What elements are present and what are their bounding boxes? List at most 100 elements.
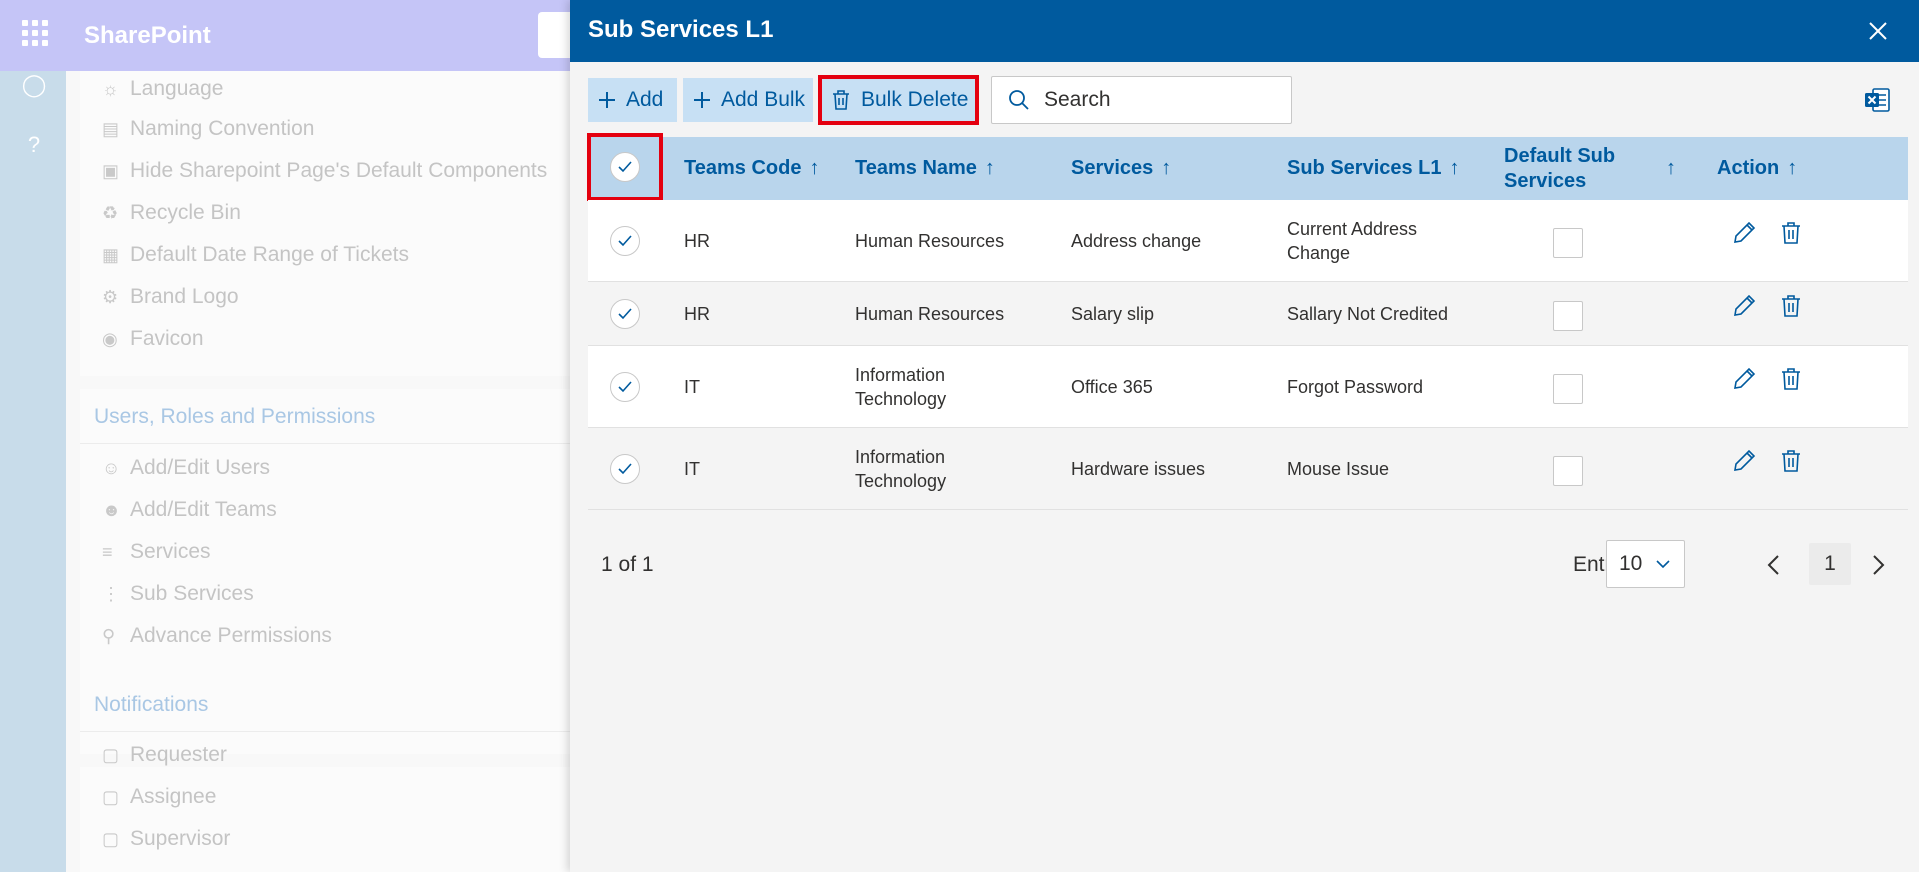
delete-icon[interactable]: [1777, 292, 1805, 320]
settings-nav-item[interactable]: ▢ Supervisor: [102, 827, 230, 851]
settings-nav-item[interactable]: ☻ Add/Edit Teams: [102, 498, 277, 522]
settings-nav-item[interactable]: ≡ Services: [102, 540, 211, 564]
settings-nav-item[interactable]: ▤ Naming Convention: [102, 117, 314, 141]
default-sub-service-checkbox[interactable]: [1553, 228, 1583, 258]
service-name-cell: Hardware issues: [1071, 428, 1271, 510]
settings-nav-item-label: Default Date Range of Tickets: [130, 243, 409, 266]
delete-icon[interactable]: [1777, 219, 1805, 247]
language-icon: ☼: [102, 79, 119, 99]
edit-icon[interactable]: [1730, 447, 1758, 475]
service-name: Hardware issues: [1071, 459, 1206, 479]
sub-service-name: Mouse Issue: [1287, 459, 1390, 479]
teams-code: HR: [684, 231, 710, 251]
favicon-icon: ◉: [102, 329, 118, 349]
checkmark-icon: [618, 463, 632, 475]
edit-icon[interactable]: [1730, 365, 1758, 393]
column-header-action[interactable]: Action ↑: [1717, 137, 1797, 200]
settings-nav-item-label: Naming Convention: [130, 117, 315, 140]
close-icon[interactable]: [1864, 17, 1892, 45]
settings-nav-item-label: Requester: [130, 743, 227, 766]
settings-nav-item-label: Brand Logo: [130, 285, 239, 308]
default-sub-service-checkbox[interactable]: [1553, 374, 1583, 404]
sub-service-name-cell: Forgot Password: [1287, 346, 1457, 428]
comment-icon: ▢: [102, 829, 120, 849]
sort-arrow-icon: ↑: [1787, 157, 1798, 179]
row-select-checkbox[interactable]: [610, 454, 640, 484]
teams-code-cell: HR: [684, 200, 834, 282]
column-header-teams-name[interactable]: Teams Name ↑: [855, 137, 995, 200]
excel-export-icon[interactable]: [1863, 86, 1891, 114]
page-number-current[interactable]: 1: [1809, 543, 1851, 585]
delete-icon[interactable]: [1777, 365, 1805, 393]
settings-nav-item[interactable]: ▢ Requester: [102, 743, 227, 767]
column-header-label: Teams Name: [855, 157, 977, 179]
select-all-checkbox[interactable]: [610, 152, 640, 182]
default-sub-service-checkbox[interactable]: [1553, 301, 1583, 331]
checkmark-icon: [618, 161, 632, 173]
key-icon: ⚲: [102, 626, 116, 646]
calendar-icon: ▦: [102, 245, 120, 265]
teams-code-cell: HR: [684, 282, 834, 346]
app-title[interactable]: SharePoint: [84, 22, 211, 50]
settings-nav-item-label: Advance Permissions: [130, 624, 332, 647]
table-row[interactable]: IT Information Technology Hardware issues M…: [588, 428, 1908, 510]
settings-nav-item[interactable]: ♻ Recycle Bin: [102, 201, 241, 225]
plus-icon: [599, 92, 615, 108]
column-header-teams-code[interactable]: Teams Code ↑: [684, 137, 819, 200]
column-header-label: Action: [1717, 157, 1780, 179]
service-name-cell: Salary slip: [1071, 282, 1271, 346]
teams-name: Information Technology: [855, 447, 947, 491]
teams-code: IT: [684, 459, 700, 479]
row-select-checkbox[interactable]: [610, 226, 640, 256]
settings-card-notifications: [80, 767, 576, 872]
bulk-delete-button-label: Bulk Delete: [861, 88, 969, 111]
previous-page-icon[interactable]: [1762, 551, 1786, 579]
row-select-checkbox[interactable]: [610, 372, 640, 402]
table-row[interactable]: IT Information Technology Office 365 Forgot…: [588, 346, 1908, 428]
pagination-summary: 1 of 1: [601, 553, 654, 576]
column-header-services[interactable]: Services ↑: [1071, 137, 1171, 200]
add-bulk-button[interactable]: Add Bulk: [683, 78, 813, 122]
service-name-cell: Address change: [1071, 200, 1271, 282]
add-button[interactable]: Add: [588, 78, 677, 122]
settings-nav-item[interactable]: ☺ Add/Edit Users: [102, 456, 270, 480]
bulk-delete-button[interactable]: Bulk Delete: [818, 75, 979, 125]
settings-nav-item-label: Supervisor: [130, 827, 231, 850]
sort-arrow-icon: ↑: [984, 157, 995, 179]
delete-icon[interactable]: [1777, 447, 1805, 475]
settings-nav-item[interactable]: ☼ Language: [102, 77, 223, 101]
search-input[interactable]: [1044, 88, 1264, 112]
table-row[interactable]: HR Human Resources Salary slip Sallary Not …: [588, 282, 1908, 346]
table-row[interactable]: HR Human Resources Address change Current A…: [588, 200, 1908, 282]
settings-nav-item[interactable]: ◉ Favicon: [102, 327, 204, 351]
edit-icon[interactable]: [1730, 292, 1758, 320]
column-header-sub-services-l1[interactable]: Sub Services L1 ↑: [1287, 137, 1460, 200]
panel-header: Sub Services L1: [570, 0, 1919, 62]
divider: [80, 731, 576, 732]
settings-nav-item[interactable]: ⚙ Brand Logo: [102, 285, 239, 309]
checkmark-icon: [618, 381, 632, 393]
edit-icon[interactable]: [1730, 219, 1758, 247]
add-button-label: Add: [626, 88, 664, 111]
settings-nav-item[interactable]: ▢ Assignee: [102, 785, 216, 809]
teams-name-cell: Human Resources: [855, 282, 1005, 346]
default-sub-service-checkbox[interactable]: [1553, 456, 1583, 486]
palette-icon[interactable]: ◯: [20, 71, 48, 99]
next-page-icon[interactable]: [1866, 551, 1890, 579]
help-icon[interactable]: ?: [20, 131, 48, 159]
app-launcher-icon[interactable]: [22, 20, 48, 46]
column-header-default-sub-services[interactable]: Default Sub Services ↑: [1504, 137, 1684, 200]
teams-name: Information Technology: [855, 365, 947, 409]
settings-nav-item-label: Services: [130, 540, 211, 563]
settings-nav-item-label: Language: [130, 77, 224, 100]
trash-icon: [833, 90, 849, 110]
row-select-checkbox[interactable]: [610, 299, 640, 329]
settings-nav-item[interactable]: ▦ Default Date Range of Tickets: [102, 243, 409, 267]
brand-logo-icon: ⚙: [102, 287, 119, 307]
search-box[interactable]: [991, 76, 1292, 124]
settings-nav-item[interactable]: ⚲ Advance Permissions: [102, 624, 332, 648]
entries-select[interactable]: 10: [1606, 540, 1685, 588]
settings-nav-item[interactable]: ⋮ Sub Services: [102, 582, 254, 606]
comment-icon: ▢: [102, 745, 120, 765]
settings-nav-item[interactable]: ▣ Hide Sharepoint Page's Default Componen…: [102, 159, 547, 183]
